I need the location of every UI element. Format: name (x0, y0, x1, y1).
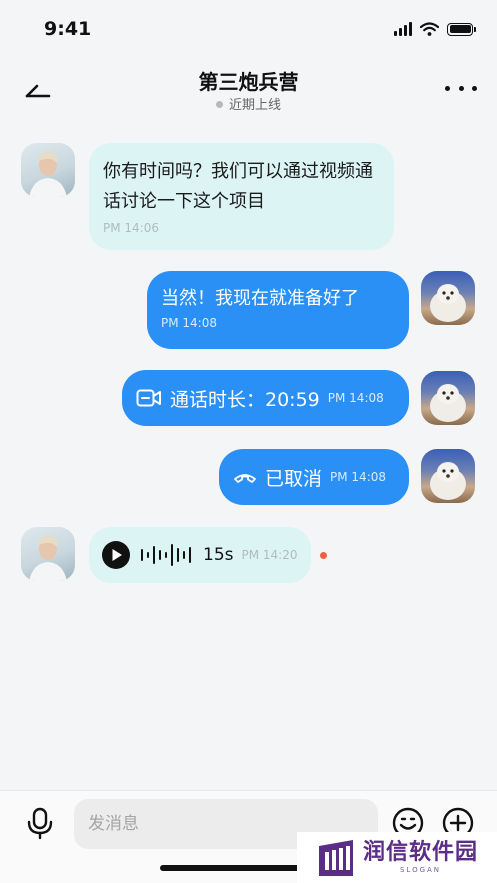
message-timestamp: PM 14:06 (103, 221, 159, 235)
more-dot-icon (458, 85, 464, 91)
battery-icon (447, 22, 476, 36)
unread-dot (320, 552, 327, 559)
chat-header: 第三炮兵营 近期上线 (0, 58, 497, 120)
status-bar: 9:41 (0, 0, 497, 58)
call-duration-bubble[interactable]: 通话时长：20:59 PM 14:08 (122, 370, 409, 426)
message-text: 你有时间吗？我们可以通过视频通话讨论一下这个项目 (103, 161, 373, 212)
my-avatar[interactable] (421, 449, 475, 503)
status-time: 9:41 (44, 18, 92, 40)
wifi-icon (420, 22, 439, 36)
person-photo-icon (29, 535, 67, 581)
message-timestamp: PM 14:08 (161, 316, 217, 330)
cancelled-label: 已取消 (265, 467, 323, 490)
watermark: 润信软件园 SLOGAN (297, 832, 497, 883)
dog-photo-icon (430, 462, 466, 500)
status-dot-icon (215, 101, 223, 108)
online-status: 近期上线 (0, 94, 497, 113)
contact-avatar[interactable] (21, 143, 75, 197)
my-avatar[interactable] (421, 271, 475, 325)
voice-message-bubble[interactable]: 15s PM 14:20 (89, 527, 311, 583)
watermark-slogan: SLOGAN (399, 866, 442, 874)
contact-avatar[interactable] (21, 527, 75, 581)
message-text: 当然！我现在就准备好了 (161, 288, 359, 309)
hang-up-icon (234, 474, 256, 483)
more-options-button[interactable] (445, 76, 477, 100)
cancelled-call-bubble[interactable]: 已取消 PM 14:08 (219, 449, 409, 505)
message-bubble-incoming[interactable]: 你有时间吗？我们可以通过视频通话讨论一下这个项目 PM 14:06 (89, 143, 394, 250)
watermark-name: 润信软件园 (363, 840, 479, 865)
signal-icon (394, 22, 412, 36)
chat-title: 第三炮兵营 (198, 70, 299, 94)
more-dot-icon (472, 85, 477, 91)
message-timestamp: PM 14:20 (241, 548, 298, 562)
my-avatar[interactable] (421, 371, 475, 425)
microphone-icon[interactable] (22, 805, 58, 841)
online-status-text: 近期上线 (228, 98, 281, 113)
message-timestamp: PM 14:08 (327, 391, 384, 405)
dog-photo-icon (430, 284, 466, 322)
audio-waveform-icon (141, 544, 191, 566)
message-bubble-outgoing[interactable]: 当然！我现在就准备好了 PM 14:08 (147, 271, 409, 349)
dog-photo-icon (430, 384, 466, 422)
person-photo-icon (29, 151, 67, 197)
more-dot-icon (445, 85, 450, 91)
video-call-icon (136, 389, 161, 407)
watermark-text: 润信软件园 SLOGAN (363, 840, 478, 875)
call-duration-label: 通话时长：20:59 (170, 388, 320, 411)
voice-duration: 15s (203, 545, 234, 565)
play-icon[interactable] (101, 540, 131, 570)
watermark-logo-icon (319, 839, 353, 876)
message-timestamp: PM 14:08 (330, 470, 387, 484)
status-icons (394, 22, 476, 36)
